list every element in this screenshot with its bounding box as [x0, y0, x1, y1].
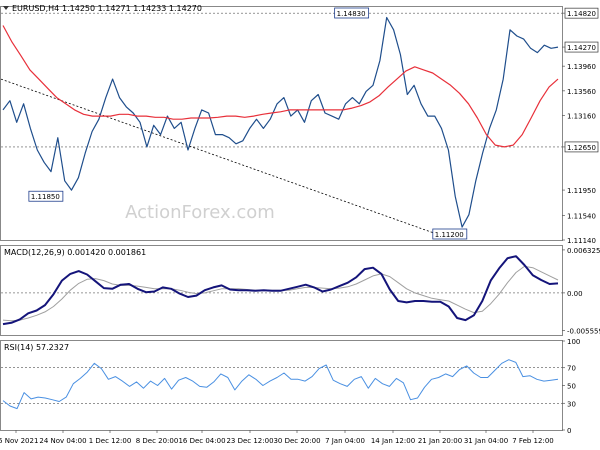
moving-average-line	[2, 25, 559, 148]
y-tick-label: 100	[567, 338, 580, 346]
x-tick-label: 23 Dec 12:00	[226, 437, 273, 445]
macd-axis: 0.006325 0.00 -0.005559	[562, 247, 600, 336]
x-tick-label: 7 Feb 12:00	[512, 437, 553, 445]
y-tick-label: 1.14820	[567, 10, 596, 18]
macd-line	[2, 255, 559, 326]
macd-title: MACD(12,26,9) 0.001420 0.001861	[4, 248, 146, 257]
macd-plot	[1, 255, 562, 326]
price-axis: 1.14820 1.14270 1.13960 1.13560 1.13160 1.126…	[562, 7, 599, 245]
ohlc-values: 1.14250 1.14271 1.14233 1.14270	[62, 4, 202, 13]
x-tick-label: 7 Jan 04:00	[325, 437, 365, 445]
x-tick-label: 8 Dec 20:00	[136, 437, 179, 445]
y-tick-label: 1.13560	[567, 88, 596, 96]
rsi-panel-frame	[0, 340, 563, 431]
price-panel-frame	[0, 6, 563, 241]
price-plot: 1.14830 1.11850 1.11200	[0, 7, 562, 240]
x-tick-label: 16 Dec 04:00	[178, 437, 225, 445]
chart-figure: ActionForex.com 1.148201.142701.139601.1…	[0, 4, 600, 445]
symbol-header: EURUSD,H4 1.14250 1.14271 1.14233 1.1427…	[3, 4, 202, 13]
y-tick-label: 1.11950	[567, 187, 596, 195]
x-tick-label: 31 Jan 04:00	[464, 437, 508, 445]
y-tick-label: 1.12650	[567, 144, 596, 152]
price-annotation-label: 1.11850	[31, 193, 60, 201]
x-tick-label: 30 Dec 20:00	[273, 437, 320, 445]
x-tick-label: 16 Nov 2021	[0, 437, 38, 445]
y-tick-label: 1.13160	[567, 112, 596, 120]
x-tick-label: 24 Nov 04:00	[39, 437, 86, 445]
watermark: ActionForex.com	[125, 202, 275, 223]
y-tick-label: 0.006325	[567, 247, 600, 255]
rsi-title: RSI(14) 57.2327	[4, 343, 69, 352]
rsi-line	[2, 359, 559, 410]
price-annotation-label: 1.11200	[435, 231, 464, 239]
y-tick-label: 1.14270	[567, 44, 596, 52]
y-tick-label: 70	[567, 365, 576, 373]
x-tick-label: 21 Jan 20:00	[418, 437, 462, 445]
y-tick-label: -0.005559	[567, 328, 600, 336]
y-tick-label: 50	[567, 383, 576, 391]
symbol-label: EURUSD,H4	[12, 4, 59, 13]
collapse-triangle-icon	[3, 6, 9, 10]
y-tick-label: 30	[567, 400, 576, 408]
rsi-axis: 100 70 50 30 0	[562, 338, 580, 435]
time-axis: 16 Nov 202124 Nov 04:001 Dec 12:00 8 Dec …	[0, 430, 554, 445]
y-tick-label: 1.11140	[567, 237, 596, 245]
x-tick-label: 14 Jan 12:00	[371, 437, 415, 445]
y-tick-label: 0.00	[567, 290, 583, 298]
y-tick-label: 1.11540	[567, 212, 596, 220]
rsi-plot	[1, 359, 562, 410]
y-tick-label: 0	[567, 427, 571, 435]
y-tick-label: 1.13960	[567, 63, 596, 71]
price-line	[2, 16, 559, 228]
x-tick-label: 1 Dec 12:00	[89, 437, 132, 445]
price-annotation-label: 1.14830	[337, 10, 366, 18]
